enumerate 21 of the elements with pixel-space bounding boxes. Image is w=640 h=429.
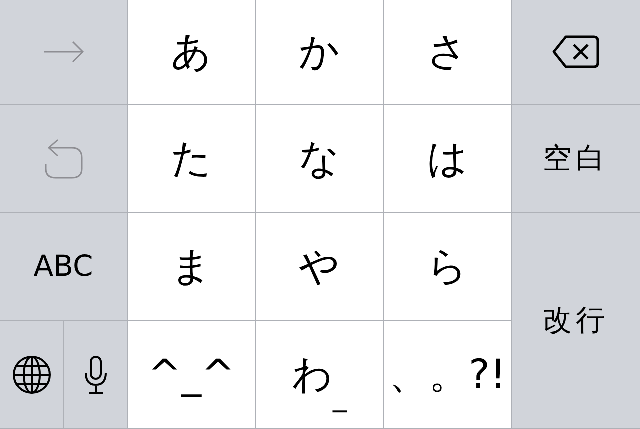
kana-key[interactable]: か [256, 0, 383, 104]
kana-key[interactable]: ^_^ [128, 321, 255, 428]
kana-key[interactable]: さ [384, 0, 511, 104]
kana-key[interactable]: ま [128, 213, 255, 320]
backspace-icon [552, 35, 600, 69]
kana-key[interactable]: わ_ [256, 321, 383, 428]
space-key[interactable]: 空白 [512, 105, 640, 212]
microphone-key[interactable] [64, 321, 127, 428]
kana-key[interactable]: あ [128, 0, 255, 104]
kana-key[interactable]: は [384, 105, 511, 212]
delete-key[interactable] [512, 0, 640, 104]
kana-key[interactable]: ら [384, 213, 511, 320]
return-key[interactable]: 改行 [512, 213, 640, 428]
globe-icon [12, 354, 52, 394]
kana-key[interactable]: や [256, 213, 383, 320]
kana-key[interactable]: 、。?! [384, 321, 511, 428]
globe-key[interactable] [0, 321, 63, 428]
kana-key[interactable]: な [256, 105, 383, 212]
kana-key[interactable]: た [128, 105, 255, 212]
microphone-icon [84, 354, 108, 394]
abc-key[interactable]: ABC [0, 213, 127, 320]
